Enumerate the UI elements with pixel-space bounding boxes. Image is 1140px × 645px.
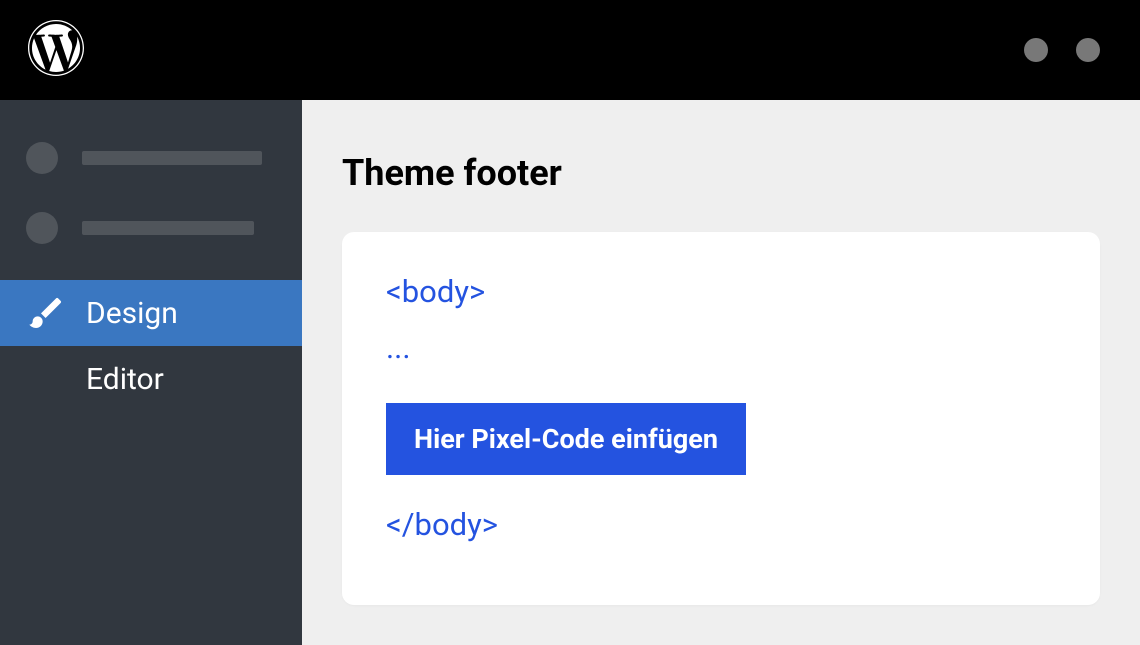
topbar-action-dot[interactable] [1024, 38, 1048, 62]
placeholder-label [82, 151, 262, 165]
topbar [0, 0, 1140, 100]
code-close-tag: </body> [386, 505, 1056, 545]
sidebar-placeholder-item[interactable] [0, 200, 302, 256]
brush-icon [26, 293, 66, 333]
code-open-tag: <body> [386, 272, 1056, 312]
code-card: <body> ... Hier Pixel-Code einfügen </bo… [342, 232, 1100, 605]
sidebar-item-label: Design [86, 296, 178, 331]
sidebar-item-editor[interactable]: Editor [0, 346, 302, 412]
sidebar-placeholder-item[interactable] [0, 130, 302, 186]
sidebar: Design Editor [0, 100, 302, 645]
topbar-action-dot[interactable] [1076, 38, 1100, 62]
placeholder-icon [26, 142, 58, 174]
wordpress-logo[interactable] [28, 20, 84, 80]
placeholder-icon [26, 212, 58, 244]
sidebar-item-design[interactable]: Design [0, 280, 302, 346]
placeholder-label [82, 221, 254, 235]
code-ellipsis: ... [386, 328, 1056, 368]
sidebar-item-label: Editor [86, 362, 164, 397]
main-content: Theme footer <body> ... Hier Pixel-Code … [302, 100, 1140, 645]
topbar-actions [1024, 38, 1100, 62]
page-title: Theme footer [342, 152, 1100, 194]
insert-pixel-code-callout: Hier Pixel-Code einfügen [386, 403, 746, 475]
